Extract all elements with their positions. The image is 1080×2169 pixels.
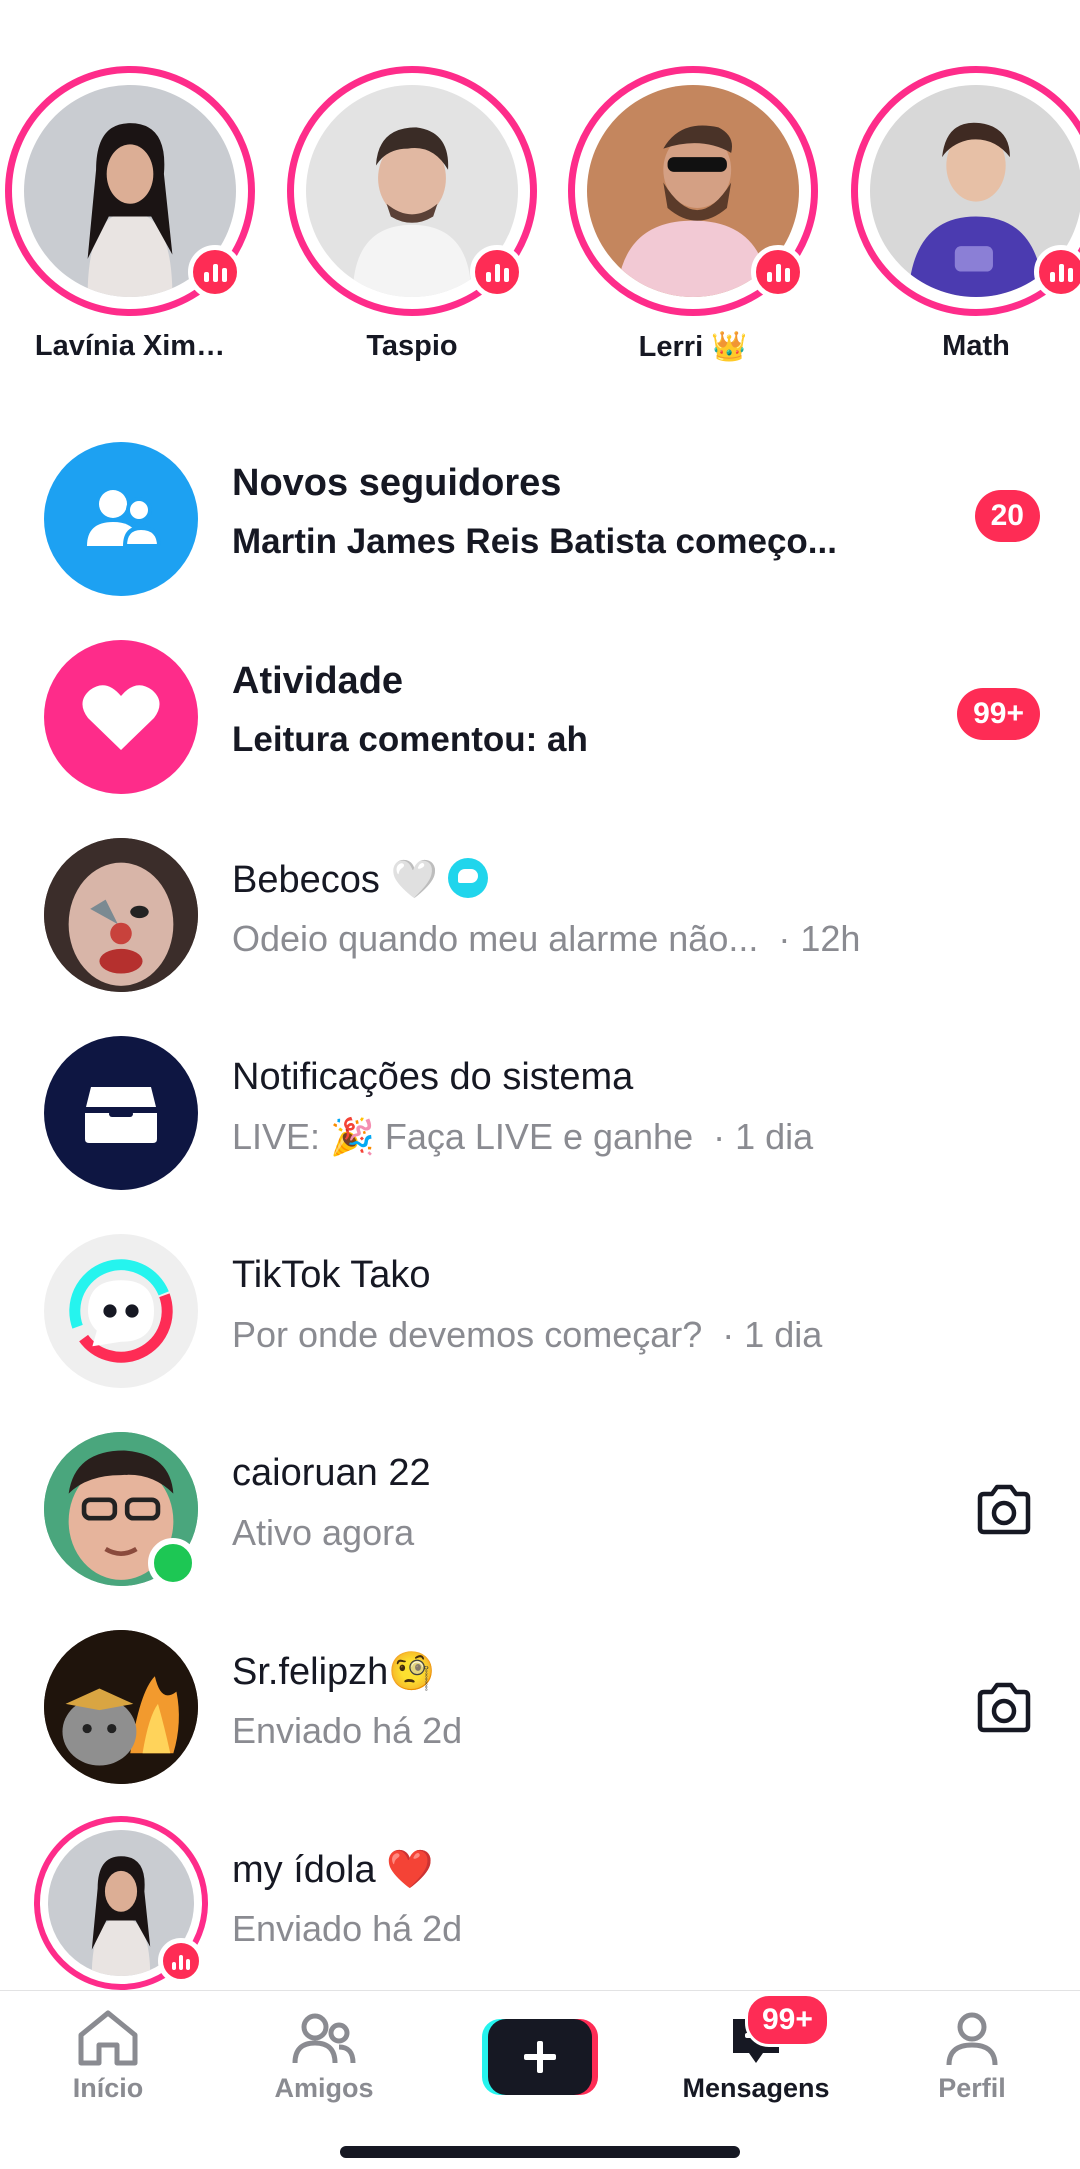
story-item[interactable]: Lavínia Xim… — [0, 66, 260, 363]
nav-home[interactable]: Início — [8, 2007, 208, 2104]
chat-row[interactable]: Bebecos 🤍 Odeio quando meu alarme não...… — [0, 816, 1080, 1014]
create-button[interactable] — [482, 2019, 598, 2095]
nav-friends[interactable]: Amigos — [224, 2007, 424, 2104]
story-ring — [851, 66, 1080, 316]
row-subtitle: Odeio quando meu alarme não... · 12h — [232, 918, 860, 960]
chat-bubble-icon — [448, 858, 489, 898]
message-time: · 1 dia — [713, 1116, 814, 1157]
followers-icon — [44, 442, 198, 596]
story-name: Lerri 👑 — [638, 331, 748, 363]
camera-icon[interactable] — [972, 1478, 1036, 1542]
story-ring — [287, 66, 537, 316]
avatar — [44, 838, 198, 992]
row-title: Bebecos 🤍 — [232, 858, 489, 902]
story-item[interactable]: Math — [846, 66, 1080, 363]
new-followers-row[interactable]: Novos seguidores Martin James Reis Batis… — [0, 420, 1080, 618]
tako-bot-icon — [44, 1234, 198, 1388]
row-subtitle: Por onde devemos começar? · 1 dia — [232, 1314, 822, 1356]
live-icon — [751, 245, 805, 299]
unread-badge: 20 — [974, 490, 1040, 542]
online-status-dot — [148, 1538, 198, 1588]
row-subtitle: LIVE: 🎉 Faça LIVE e ganhe · 1 dia — [232, 1116, 813, 1158]
story-ring — [5, 66, 255, 316]
row-subtitle: Enviado há 2d — [232, 1710, 463, 1751]
message-preview: Odeio quando meu alarme não... — [232, 918, 759, 959]
chat-row[interactable]: caioruan 22 Ativo agora — [0, 1410, 1080, 1608]
nav-label: Amigos — [274, 2073, 374, 2103]
avatar — [44, 1630, 198, 1784]
chat-name: Bebecos 🤍 — [232, 859, 438, 901]
row-title: Sr.felipzh🧐 — [232, 1651, 436, 1693]
row-title: Atividade — [232, 660, 404, 702]
row-title: caioruan 22 — [232, 1452, 431, 1494]
row-subtitle: Leitura comentou: ah — [232, 720, 588, 759]
live-ring — [34, 1816, 208, 1990]
unread-badge: 99+ — [957, 688, 1040, 740]
inbox-tray-icon — [44, 1036, 198, 1190]
live-icon — [470, 245, 524, 299]
row-title: TikTok Tako — [232, 1254, 431, 1296]
chat-row[interactable]: my ídola ❤️ Enviado há 2d — [0, 1806, 1080, 2004]
nav-label: Mensagens — [682, 2073, 830, 2103]
story-name: Lavínia Xim… — [34, 330, 226, 362]
home-icon — [78, 2010, 138, 2066]
home-indicator — [340, 2146, 740, 2158]
profile-icon — [946, 2012, 998, 2066]
story-item[interactable]: Taspio — [282, 66, 542, 363]
activity-row[interactable]: Atividade Leitura comentou: ah 99+ — [0, 618, 1080, 816]
live-icon — [158, 1938, 204, 1984]
messages-badge: 99+ — [745, 1993, 830, 2047]
plus-icon — [524, 2041, 556, 2073]
friends-icon — [292, 2013, 356, 2064]
message-time: · 12h — [778, 918, 861, 959]
stories-bar: Lavínia Xim… Taspio Lerri 👑 Math — [0, 0, 1080, 400]
story-ring — [568, 66, 818, 316]
live-icon — [1034, 245, 1080, 299]
chat-row[interactable]: Notificações do sistema LIVE: 🎉 Faça LIV… — [0, 1014, 1080, 1212]
live-icon — [188, 245, 242, 299]
chat-row[interactable]: Sr.felipzh🧐 Enviado há 2d — [0, 1608, 1080, 1806]
chat-row[interactable]: TikTok Tako Por onde devemos começar? · … — [0, 1212, 1080, 1410]
bottom-nav: Início Amigos Mensagens 99+ Perfil — [0, 1990, 1080, 2169]
row-title: my ídola ❤️ — [232, 1849, 434, 1891]
story-name: Taspio — [366, 330, 458, 362]
camera-icon[interactable] — [972, 1676, 1036, 1740]
story-name: Math — [942, 330, 1010, 362]
row-subtitle: Ativo agora — [232, 1512, 415, 1553]
row-title: Novos seguidores — [232, 462, 562, 504]
row-title: Notificações do sistema — [232, 1056, 634, 1098]
message-preview: Por onde devemos começar? — [232, 1314, 703, 1355]
row-subtitle: Martin James Reis Batista começo... — [232, 522, 837, 561]
nav-label: Início — [72, 2073, 144, 2103]
story-item[interactable]: Lerri 👑 — [563, 66, 823, 364]
nav-label: Perfil — [938, 2073, 1006, 2103]
nav-profile[interactable]: Perfil — [872, 2007, 1072, 2104]
message-time: · 1 dia — [722, 1314, 823, 1355]
message-preview: LIVE: 🎉 Faça LIVE e ganhe — [232, 1116, 694, 1157]
heart-icon — [44, 640, 198, 794]
row-subtitle: Enviado há 2d — [232, 1908, 463, 1949]
